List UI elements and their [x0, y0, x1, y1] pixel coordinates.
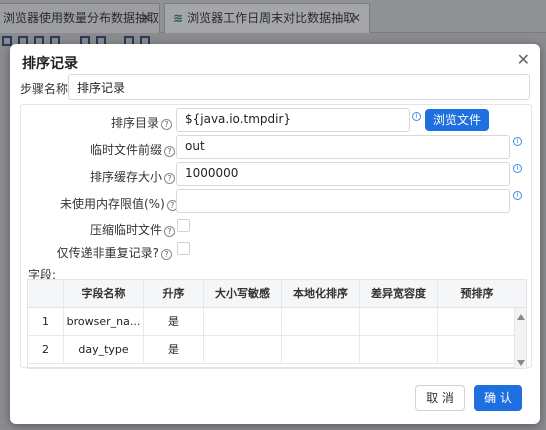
presorted-cell[interactable] — [438, 308, 516, 335]
compress-label: 压缩临时文件? — [90, 221, 176, 238]
unique-checkbox[interactable] — [177, 242, 190, 255]
tab-label: 浏览器使用数量分布数据抽取 — [3, 11, 160, 25]
ascending-cell[interactable]: 是 — [144, 308, 204, 335]
transformation-icon: ≋ — [173, 11, 184, 25]
cancel-button[interactable]: 取 消 — [415, 385, 465, 411]
run-icon[interactable] — [2, 36, 12, 46]
column-header — [28, 280, 64, 307]
collator-strength-cell[interactable] — [360, 308, 438, 335]
tab-browser-usage[interactable]: 浏览器使用数量分布数据抽取 ✕ — [0, 3, 160, 33]
compress-checkbox[interactable] — [177, 219, 190, 232]
tmp-prefix-label: 临时文件前缀? — [90, 141, 176, 158]
collator-strength-cell[interactable] — [360, 336, 438, 363]
mem-limit-input[interactable] — [176, 189, 510, 213]
collator-cell[interactable] — [282, 308, 360, 335]
help-icon[interactable]: ? — [161, 119, 172, 130]
help-icon[interactable]: ? — [164, 173, 176, 184]
scroll-down-icon[interactable] — [517, 360, 525, 366]
table-row[interactable]: 1 browser_na... 是 — [28, 308, 526, 336]
step-name-input[interactable]: 排序记录 — [68, 74, 530, 100]
field-name-cell[interactable]: browser_na... — [64, 308, 144, 335]
column-header[interactable]: 本地化排序 — [282, 280, 360, 307]
field-name-cell[interactable]: day_type — [64, 336, 144, 363]
sort-dir-input[interactable]: ${java.io.tmpdir} — [176, 108, 410, 132]
confirm-button[interactable]: 确 认 — [474, 385, 522, 411]
column-header[interactable]: 升序 — [144, 280, 204, 307]
close-icon[interactable]: ✕ — [517, 50, 530, 69]
close-icon[interactable]: ✕ — [351, 4, 361, 32]
column-header[interactable]: 大小写敏感 — [204, 280, 282, 307]
tab-label: 浏览器工作日周末对比数据抽取 — [187, 11, 356, 25]
variable-info-icon: i — [412, 112, 421, 121]
fields-table: 字段名称 升序 大小写敏感 本地化排序 差异宽容度 预排序 1 browser_… — [27, 279, 527, 369]
case-sensitive-cell[interactable] — [204, 336, 282, 363]
help-icon[interactable]: ? — [161, 249, 172, 260]
collator-cell[interactable] — [282, 336, 360, 363]
variable-info-icon: i — [513, 191, 522, 200]
unique-label: 仅传递非重复记录?? — [50, 244, 172, 261]
browse-file-button[interactable]: 浏览文件 — [425, 109, 489, 131]
dialog-title: 排序记录 — [22, 56, 78, 72]
help-icon[interactable]: ? — [164, 226, 176, 237]
sort-dir-label: 排序目录? — [110, 114, 172, 131]
column-header[interactable]: 字段名称 — [64, 280, 144, 307]
presorted-cell[interactable] — [438, 336, 516, 363]
tab-browser-weekday[interactable]: ≋ 浏览器工作日周末对比数据抽取 ✕ — [164, 3, 370, 33]
tmp-prefix-input[interactable]: out — [176, 135, 510, 159]
tab-bar: 浏览器使用数量分布数据抽取 ✕ ≋ 浏览器工作日周末对比数据抽取 ✕ — [0, 0, 546, 33]
case-sensitive-cell[interactable] — [204, 308, 282, 335]
help-icon[interactable]: ? — [164, 146, 176, 157]
variable-info-icon: i — [513, 164, 522, 173]
scroll-up-icon[interactable] — [517, 314, 525, 320]
column-header[interactable]: 预排序 — [438, 280, 516, 307]
table-scrollbar[interactable] — [514, 308, 526, 368]
row-number: 1 — [28, 308, 64, 335]
table-row[interactable]: 2 day_type 是 — [28, 336, 526, 364]
step-name-label: 步骤名称: — [20, 82, 73, 96]
row-number: 2 — [28, 336, 64, 363]
ascending-cell[interactable]: 是 — [144, 336, 204, 363]
close-icon[interactable]: ✕ — [141, 4, 151, 32]
cache-size-input[interactable]: 1000000 — [176, 162, 510, 186]
variable-info-icon: i — [513, 137, 522, 146]
column-header[interactable]: 差异宽容度 — [360, 280, 438, 307]
mem-limit-label: 未使用内存限值(%)? — [60, 195, 178, 212]
cache-size-label: 排序缓存大小? — [90, 168, 176, 185]
table-header: 字段名称 升序 大小写敏感 本地化排序 差异宽容度 预排序 — [28, 280, 526, 308]
sort-rows-dialog: 排序记录 ✕ 步骤名称: 排序记录 排序目录? ${java.io.tmpdir… — [10, 44, 540, 424]
